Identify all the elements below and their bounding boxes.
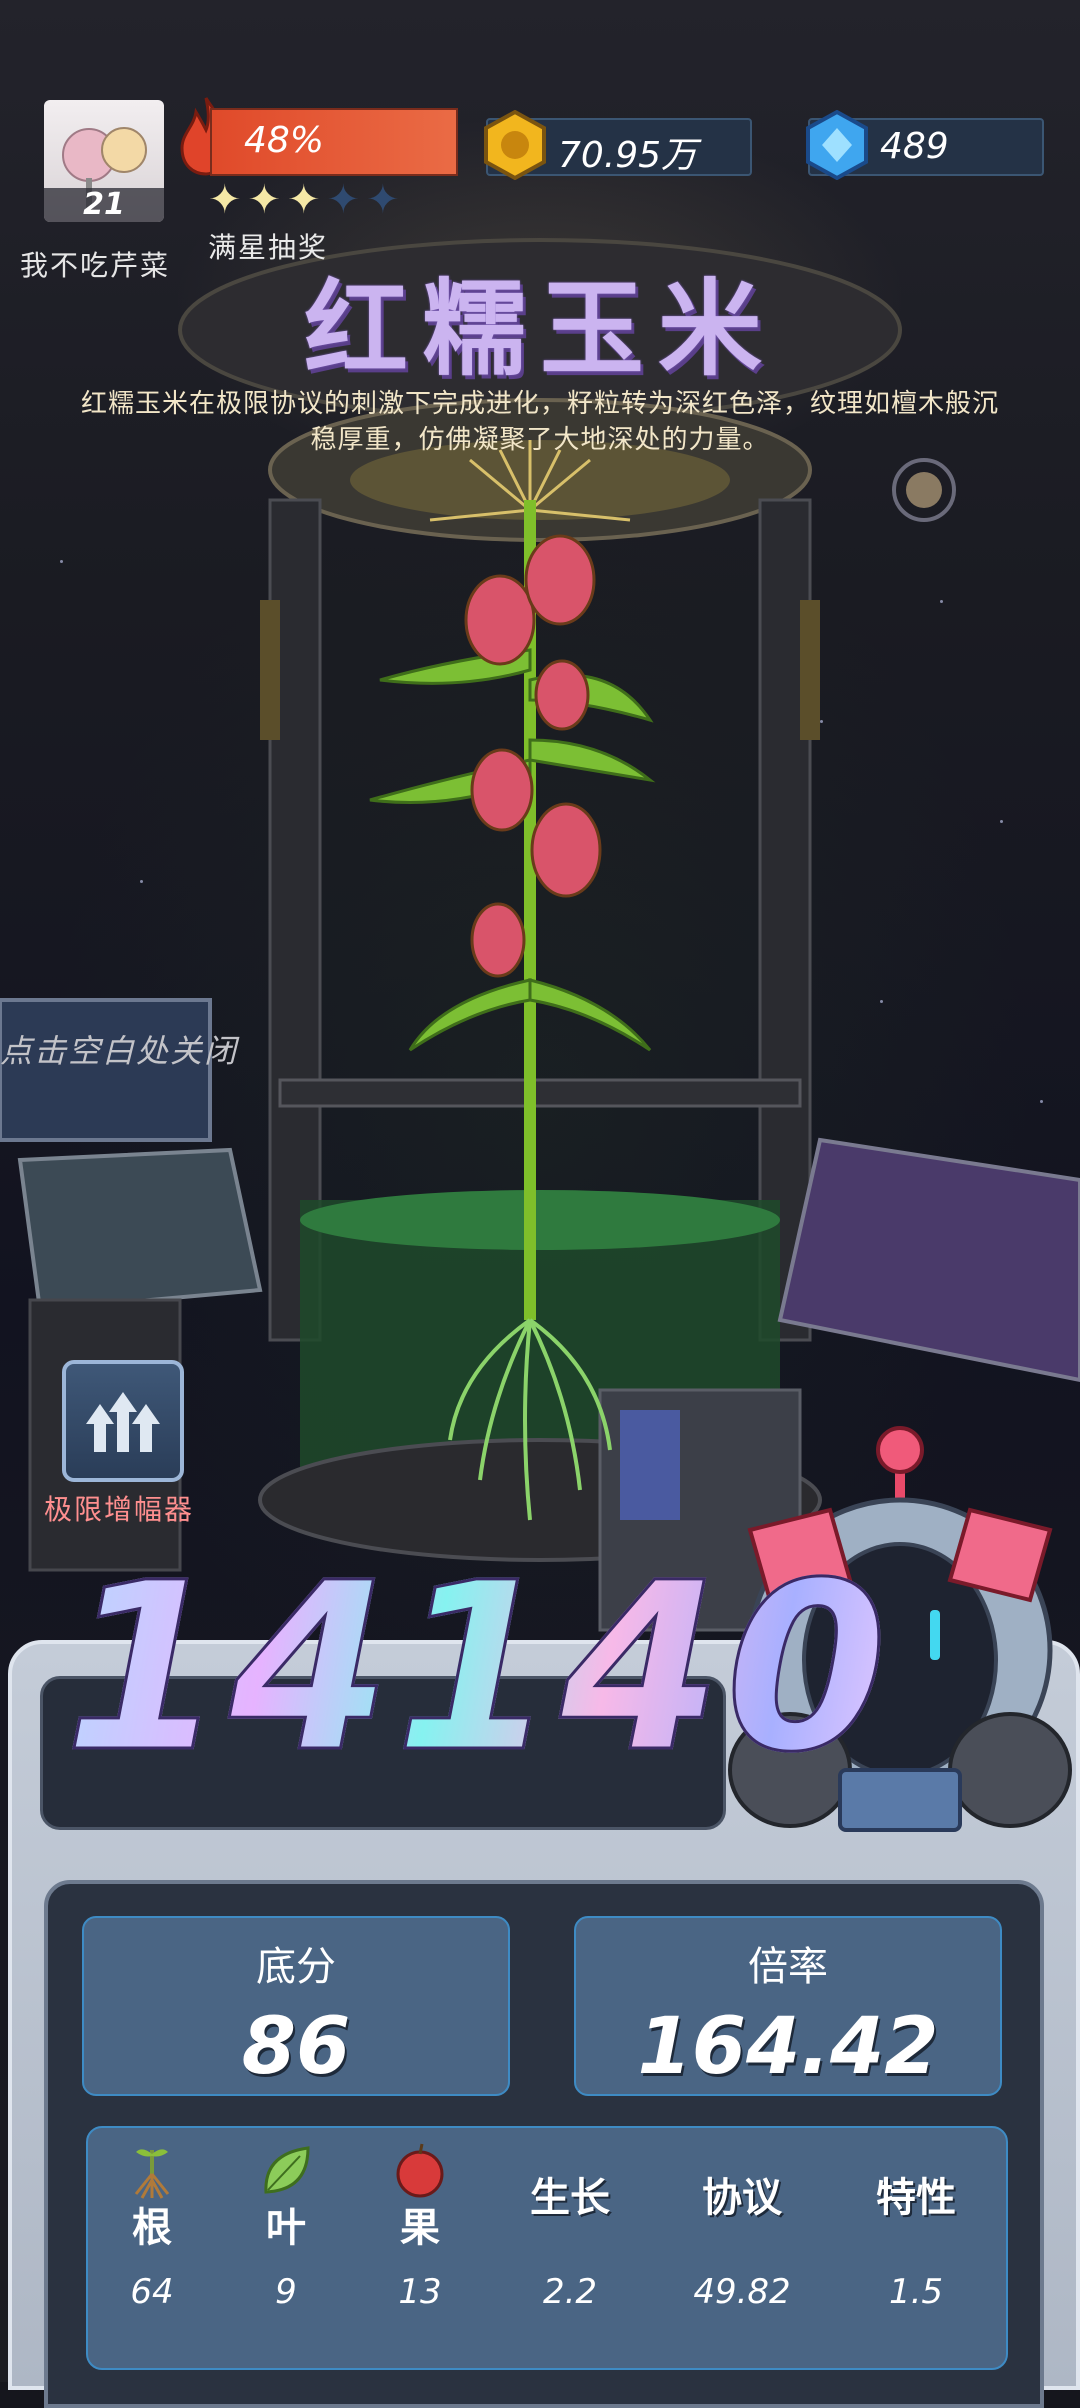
star-empty-icon: ✦ <box>326 177 361 223</box>
gem-counter[interactable]: 489 <box>806 110 1044 180</box>
attribute-name: 协议 <box>702 2175 782 2221</box>
gold-amount: 70.95万 <box>558 135 698 176</box>
attribute-value: 2.2 <box>542 2272 598 2312</box>
base-score-value: 86 <box>241 2002 351 2092</box>
star-filled-icon: ✦ <box>247 177 282 223</box>
star-filled-icon: ✦ <box>287 177 321 223</box>
fruit-icon <box>350 2140 490 2200</box>
player-avatar[interactable]: 21 <box>44 100 164 222</box>
attribute-protocol: 协议 49.82 <box>672 2140 812 2312</box>
attribute-value: 13 <box>398 2272 442 2312</box>
gem-amount: 489 <box>880 126 949 167</box>
amplifier-button[interactable] <box>62 1360 184 1482</box>
leaf-icon <box>216 2140 356 2200</box>
attribute-name: 生长 <box>530 2175 610 2221</box>
star-rating: ✦ ✦ ✦ ✦ ✦ <box>208 178 400 222</box>
attribute-name: 果 <box>400 2205 440 2251</box>
multiplier-box: 倍率 164.42 <box>574 1916 1002 2096</box>
attribute-name: 根 <box>132 2205 172 2251</box>
root-icon <box>82 2140 222 2200</box>
crop-title: 红糯玉米 <box>303 268 776 390</box>
energy-percent: 48% <box>244 120 325 161</box>
attribute-name: 特性 <box>876 2175 956 2221</box>
attribute-value: 49.82 <box>693 2272 791 2312</box>
attribute-root: 根 64 <box>82 2140 222 2312</box>
star-empty-icon: ✦ <box>366 177 400 223</box>
gold-coin-icon <box>484 110 546 180</box>
attribute-value: 1.5 <box>888 2272 944 2312</box>
attribute-value: 9 <box>275 2272 297 2312</box>
crop-description: 红糯玉米在极限协议的刺激下完成进化，籽粒转为深红色泽，纹理如檀木般沉稳厚重，仿佛… <box>80 389 999 455</box>
amplifier-label: 极限增幅器 <box>44 1493 195 1526</box>
attribute-value: 64 <box>130 2272 174 2312</box>
star-filled-icon: ✦ <box>208 177 242 223</box>
player-level: 21 <box>44 188 164 222</box>
multiplier-value: 164.42 <box>637 2002 939 2092</box>
multiplier-label: 倍率 <box>748 1944 828 1990</box>
base-score-box: 底分 86 <box>82 1916 510 2096</box>
attribute-trait: 特性 1.5 <box>846 2140 986 2312</box>
close-hint: 点击空白处关闭 <box>0 1032 239 1070</box>
corn-plant-illustration <box>369 440 656 1521</box>
gem-icon <box>806 110 868 180</box>
total-score: 14140 <box>62 1533 892 1803</box>
energy-bar: 48% <box>210 108 458 176</box>
attribute-growth: 生长 2.2 <box>500 2140 640 2312</box>
attribute-fruit: 果 13 <box>350 2140 490 2312</box>
attribute-name: 叶 <box>266 2205 306 2251</box>
triple-arrow-up-icon <box>86 1392 160 1452</box>
attribute-leaf: 叶 9 <box>216 2140 356 2312</box>
gold-counter[interactable]: 70.95万 <box>484 110 752 180</box>
base-score-label: 底分 <box>256 1944 336 1990</box>
